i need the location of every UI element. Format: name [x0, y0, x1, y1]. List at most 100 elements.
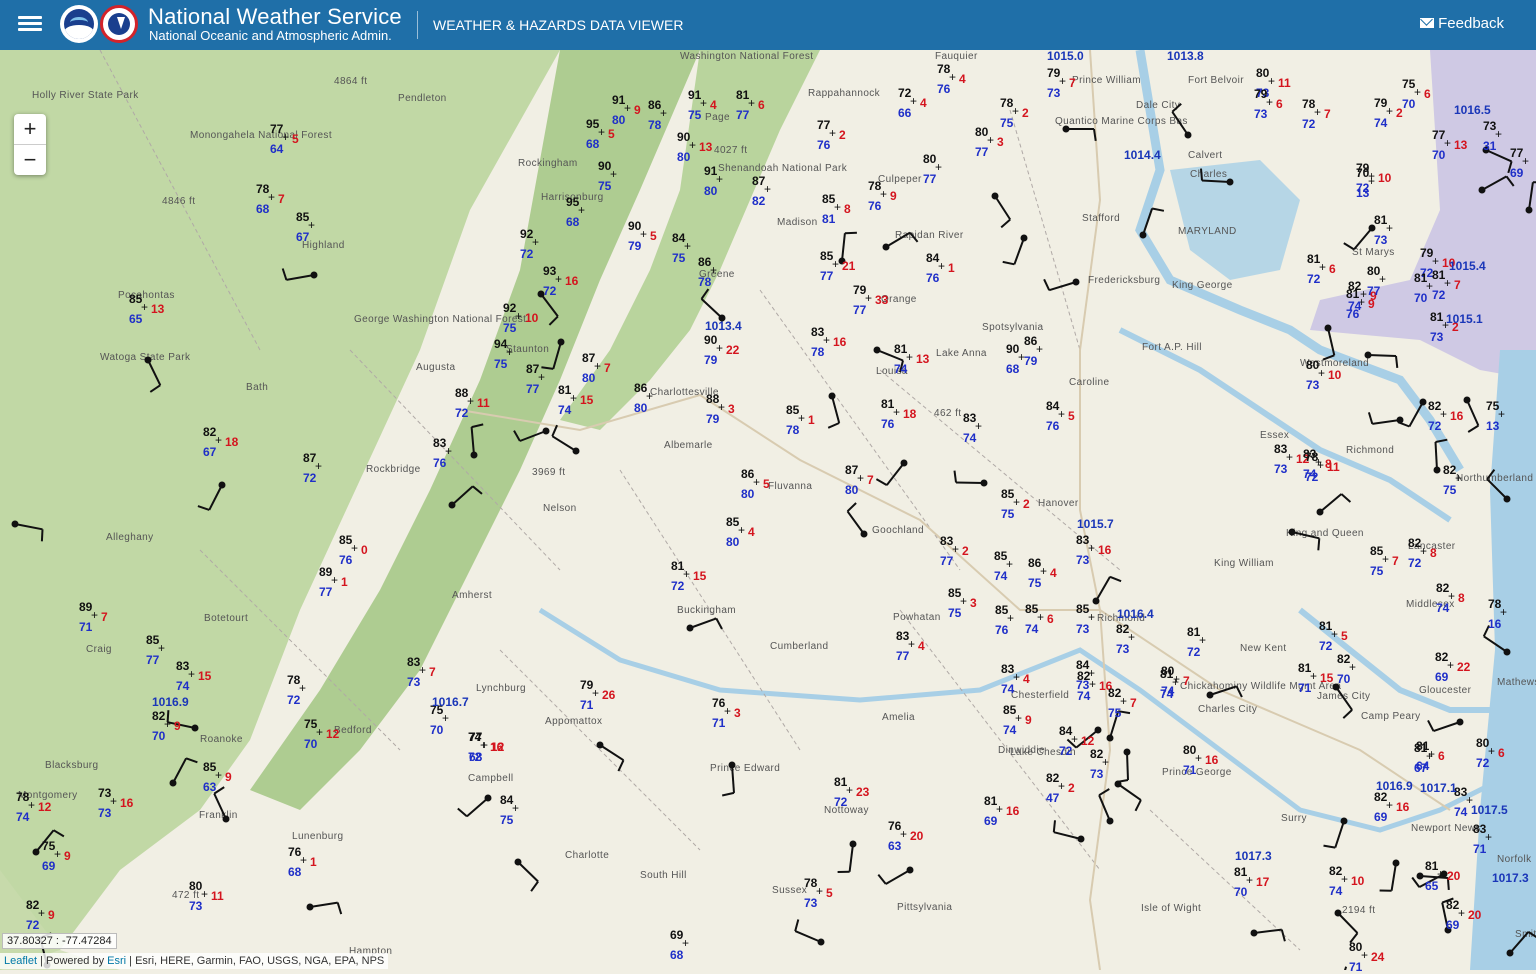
station-marker[interactable]: + — [1059, 75, 1066, 87]
station-marker[interactable]: + — [1088, 542, 1095, 554]
station-marker[interactable]: + — [1495, 128, 1502, 140]
station-marker[interactable]: + — [141, 301, 148, 313]
station-marker[interactable]: + — [640, 228, 647, 240]
station-marker[interactable]: + — [1173, 673, 1180, 685]
station-marker[interactable]: + — [764, 183, 771, 195]
station-marker[interactable]: + — [996, 803, 1003, 815]
station-marker[interactable]: + — [1199, 634, 1206, 646]
station-marker[interactable]: + — [1414, 86, 1421, 98]
feedback-button[interactable]: Feedback — [1420, 15, 1504, 32]
station-marker[interactable]: + — [515, 310, 522, 322]
station-marker[interactable]: + — [910, 95, 917, 107]
station-marker[interactable]: + — [445, 445, 452, 457]
station-marker[interactable]: + — [215, 769, 222, 781]
station-marker[interactable]: + — [960, 595, 967, 607]
station-marker[interactable]: + — [164, 718, 171, 730]
station-marker[interactable]: + — [54, 848, 61, 860]
station-marker[interactable]: + — [308, 219, 315, 231]
station-marker[interactable]: + — [1037, 611, 1044, 623]
station-marker[interactable]: + — [900, 828, 907, 840]
station-marker[interactable]: + — [1246, 874, 1253, 886]
station-marker[interactable]: + — [1089, 678, 1096, 690]
station-marker[interactable]: + — [683, 568, 690, 580]
station-marker[interactable]: + — [1015, 712, 1022, 724]
station-marker[interactable]: + — [682, 937, 689, 949]
station-marker[interactable]: + — [700, 97, 707, 109]
station-marker[interactable]: + — [908, 638, 915, 650]
station-marker[interactable]: + — [893, 406, 900, 418]
station-marker[interactable]: + — [594, 360, 601, 372]
station-marker[interactable]: + — [1386, 799, 1393, 811]
esri-link[interactable]: Esri — [107, 955, 126, 967]
station-marker[interactable]: + — [351, 542, 358, 554]
station-marker[interactable]: + — [689, 139, 696, 151]
station-marker[interactable]: + — [846, 784, 853, 796]
station-marker[interactable]: + — [1088, 611, 1095, 623]
station-marker[interactable]: + — [1128, 631, 1135, 643]
station-marker[interactable]: + — [906, 351, 913, 363]
station-marker[interactable]: + — [1012, 105, 1019, 117]
station-marker[interactable]: + — [748, 97, 755, 109]
station-marker[interactable]: + — [1120, 695, 1127, 707]
station-marker[interactable]: + — [935, 161, 942, 173]
station-marker[interactable]: + — [467, 395, 474, 407]
station-marker[interactable]: + — [1420, 545, 1427, 557]
station-marker[interactable]: + — [1368, 170, 1375, 182]
station-marker[interactable]: + — [1382, 553, 1389, 565]
station-marker[interactable]: + — [816, 885, 823, 897]
station-marker[interactable]: + — [512, 802, 519, 814]
station-marker[interactable]: + — [716, 342, 723, 354]
station-marker[interactable]: + — [1036, 343, 1043, 355]
station-marker[interactable]: + — [1195, 752, 1202, 764]
station-marker[interactable]: + — [798, 412, 805, 424]
station-marker[interactable]: + — [91, 609, 98, 621]
station-marker[interactable]: + — [1485, 831, 1492, 843]
station-marker[interactable]: + — [738, 524, 745, 536]
noaa-logo[interactable] — [60, 5, 98, 43]
station-marker[interactable]: + — [1458, 907, 1465, 919]
station-marker[interactable]: + — [660, 107, 667, 119]
station-marker[interactable]: + — [1426, 280, 1433, 292]
station-marker[interactable]: + — [598, 126, 605, 138]
station-marker[interactable]: + — [1268, 75, 1275, 87]
station-marker[interactable]: + — [1455, 472, 1462, 484]
station-marker[interactable]: + — [865, 292, 872, 304]
station-marker[interactable]: + — [1448, 590, 1455, 602]
station-marker[interactable]: + — [1318, 367, 1325, 379]
station-marker[interactable]: + — [1058, 408, 1065, 420]
station-marker[interactable]: + — [1040, 565, 1047, 577]
station-marker[interactable]: + — [299, 682, 306, 694]
station-marker[interactable]: + — [823, 334, 830, 346]
station-marker[interactable]: + — [555, 273, 562, 285]
station-marker[interactable]: + — [684, 240, 691, 252]
station-marker[interactable]: + — [1314, 106, 1321, 118]
station-marker[interactable]: + — [716, 173, 723, 185]
station-marker[interactable]: + — [1006, 558, 1013, 570]
station-marker[interactable]: + — [975, 420, 982, 432]
station-marker[interactable]: + — [829, 127, 836, 139]
station-marker[interactable]: + — [1349, 661, 1356, 673]
station-marker[interactable]: + — [724, 705, 731, 717]
station-marker[interactable]: + — [1522, 155, 1529, 167]
station-marker[interactable]: + — [1286, 451, 1293, 463]
station-marker[interactable]: + — [570, 392, 577, 404]
station-marker[interactable]: + — [1386, 222, 1393, 234]
zoom-in-button[interactable]: + — [14, 114, 46, 145]
station-marker[interactable]: + — [1360, 288, 1367, 300]
leaflet-link[interactable]: Leaflet — [4, 955, 37, 967]
station-marker[interactable]: + — [1440, 408, 1447, 420]
station-marker[interactable]: + — [38, 907, 45, 919]
station-marker[interactable]: + — [419, 664, 426, 676]
station-marker[interactable]: + — [481, 739, 488, 751]
station-marker[interactable]: + — [1058, 780, 1065, 792]
station-marker[interactable]: + — [832, 258, 839, 270]
station-marker[interactable]: + — [857, 472, 864, 484]
station-marker[interactable]: + — [1498, 408, 1505, 420]
station-marker[interactable]: + — [987, 134, 994, 146]
station-marker[interactable]: + — [282, 131, 289, 143]
station-marker[interactable]: + — [578, 204, 585, 216]
station-marker[interactable]: + — [938, 260, 945, 272]
station-marker[interactable]: + — [753, 476, 760, 488]
station-marker[interactable]: + — [1447, 659, 1454, 671]
station-marker[interactable]: + — [201, 888, 208, 900]
